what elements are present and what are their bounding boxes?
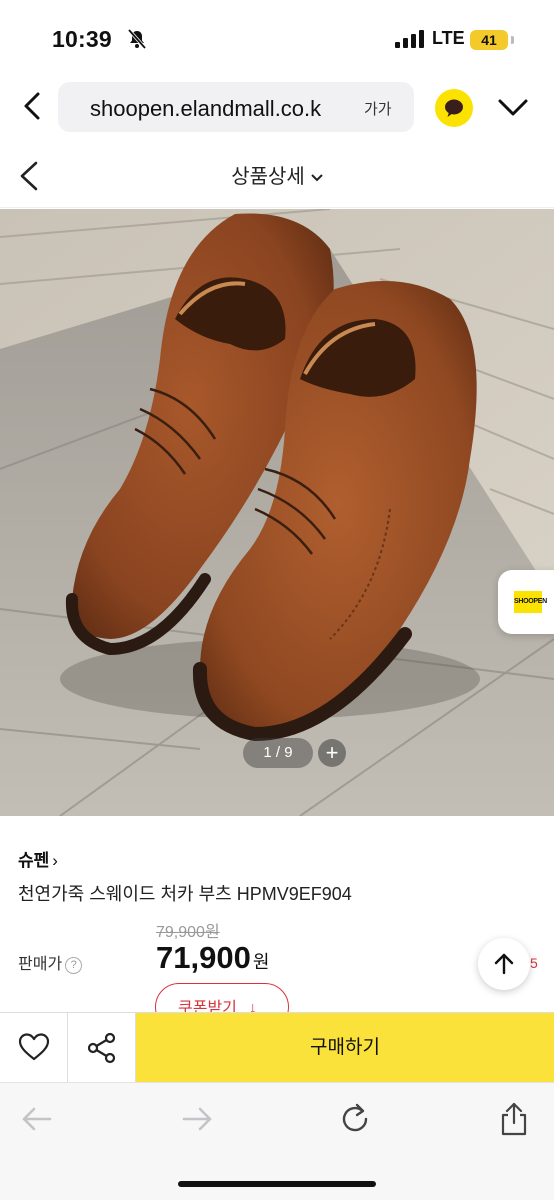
chevron-down-icon[interactable] [496, 92, 530, 122]
caret-down-icon [311, 174, 323, 182]
brand-link[interactable]: 슈펜 › [18, 846, 58, 871]
chevron-right-icon: › [52, 851, 58, 870]
sale-price: 71,900 원 [156, 940, 269, 976]
side-text-fragment: 5 [530, 955, 538, 971]
browser-address-bar: shoopen.elandmall.co.k 가가 [0, 72, 554, 144]
reload-icon[interactable] [335, 1101, 375, 1137]
page-title: 상품상세 [231, 166, 305, 188]
url-field[interactable]: shoopen.elandmall.co.k 가가 [58, 82, 414, 132]
silent-bell-icon [127, 28, 147, 50]
zoom-plus-button[interactable]: + [318, 739, 346, 767]
currency: 원 [252, 952, 270, 972]
nav-forward-icon[interactable] [176, 1101, 216, 1137]
image-pager: 1 / 9 [243, 738, 313, 768]
product-name: 천연가죽 스웨이드 처카 부츠 HPMV9EF904 [18, 884, 352, 904]
sale-price-value: 71,900 [156, 940, 251, 975]
status-bar: 10:39 LTE 41 [0, 0, 554, 72]
wishlist-button[interactable] [0, 1013, 68, 1083]
battery-tip [511, 36, 514, 44]
battery-icon: 41 [470, 30, 508, 50]
heart-icon [18, 1033, 50, 1061]
original-price: 79,900원 [156, 924, 220, 941]
nav-back-icon[interactable] [18, 1101, 58, 1137]
share-sheet-icon[interactable] [494, 1101, 534, 1137]
share-button[interactable] [68, 1013, 136, 1083]
suede-chukka-boots-photo [0, 209, 554, 816]
text-size-button[interactable]: 가가 [364, 98, 392, 119]
brand-name: 슈펜 [18, 851, 50, 870]
shoopen-floating-button[interactable]: SHOOPEN [498, 570, 554, 634]
url-text: shoopen.elandmall.co.k [90, 96, 322, 121]
kakao-talk-icon[interactable] [435, 89, 473, 127]
price-label-row: 판매가? [18, 950, 83, 974]
page-header: 상품상세 [0, 144, 554, 208]
network-type: LTE [432, 28, 465, 48]
share-icon [87, 1032, 116, 1064]
shoopen-logo: SHOOPEN [514, 591, 547, 613]
home-indicator [178, 1181, 376, 1187]
scroll-top-button[interactable] [478, 938, 530, 990]
price-label: 판매가 [18, 956, 63, 973]
signal-icon [395, 30, 424, 48]
purchase-action-bar: 구매하기 [0, 1012, 554, 1083]
browser-back-icon[interactable] [14, 86, 50, 126]
buy-button[interactable]: 구매하기 [136, 1013, 554, 1083]
page-title-dropdown[interactable]: 상품상세 [0, 160, 554, 189]
product-image[interactable] [0, 209, 554, 816]
help-icon[interactable]: ? [65, 957, 83, 974]
arrow-up-icon [494, 953, 514, 975]
status-time: 10:39 [52, 26, 112, 52]
